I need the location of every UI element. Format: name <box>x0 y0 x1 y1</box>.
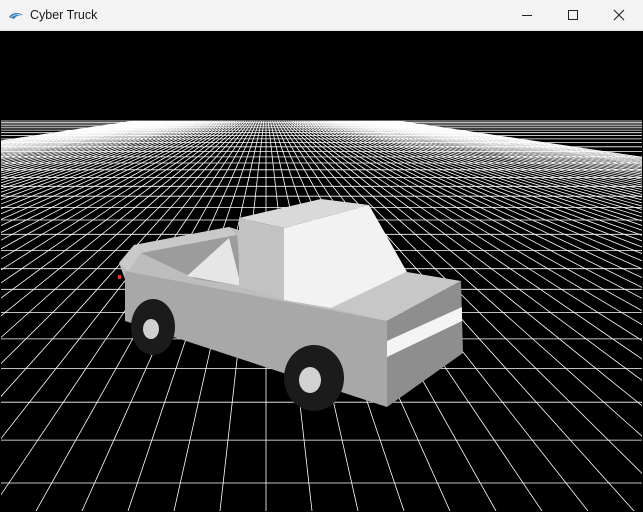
3d-viewport[interactable] <box>1 31 642 511</box>
app-window: Cyber Truck <box>0 0 643 512</box>
close-button[interactable] <box>596 0 642 30</box>
minimize-icon <box>521 9 533 21</box>
app-logo-icon <box>8 9 24 21</box>
window-title: Cyber Truck <box>30 8 98 22</box>
maximize-icon <box>567 9 579 21</box>
maximize-button[interactable] <box>550 0 596 30</box>
close-icon <box>613 9 625 21</box>
minimize-button[interactable] <box>504 0 550 30</box>
title-bar[interactable]: Cyber Truck <box>0 0 643 31</box>
